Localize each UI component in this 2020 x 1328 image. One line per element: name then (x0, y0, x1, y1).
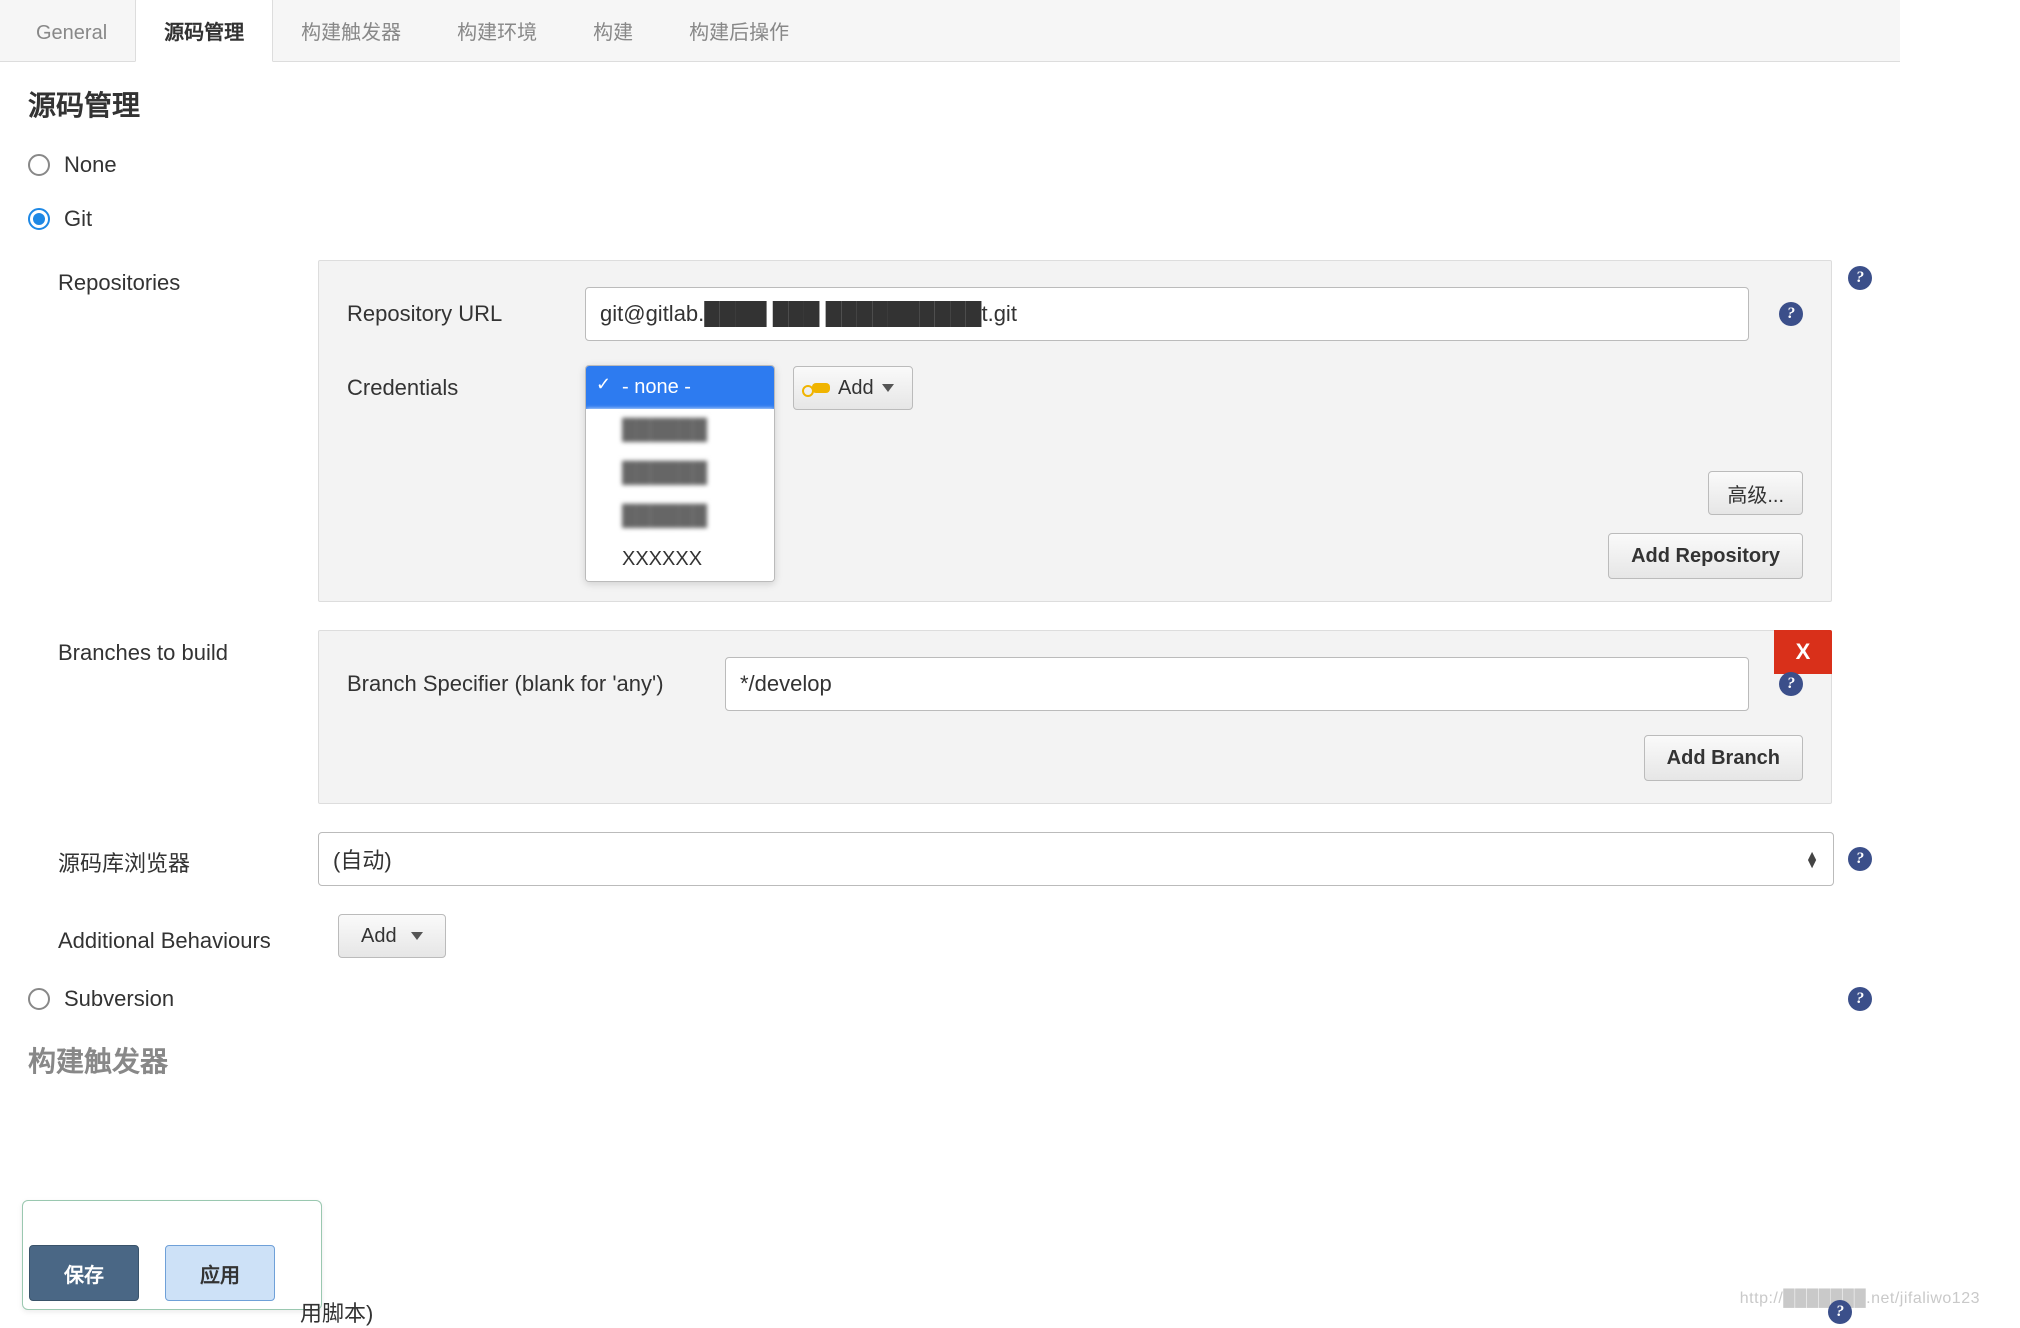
scm-option-subversion[interactable]: Subversion ? (28, 986, 1872, 1012)
help-icon[interactable]: ? (1848, 987, 1872, 1011)
advanced-button[interactable]: 高级... (1708, 471, 1803, 515)
credentials-opt-1[interactable]: ██████ (586, 409, 774, 452)
scm-subversion-label: Subversion (64, 986, 174, 1012)
credentials-dropdown[interactable]: - none - ██████ ██████ ██████ XXXXXX (585, 365, 775, 582)
credentials-opt-3[interactable]: ██████ (586, 495, 774, 538)
section-title-triggers: 构建触发器 (28, 1040, 1872, 1080)
tab-general[interactable]: General (8, 4, 135, 61)
scm-none-label: None (64, 152, 117, 178)
help-icon[interactable]: ? (1779, 302, 1803, 326)
behaviours-add-button[interactable]: Add (338, 914, 446, 958)
repo-browser-value: (自动) (333, 843, 392, 875)
behaviours-label: Additional Behaviours (58, 914, 338, 954)
behaviours-add-label: Add (361, 925, 397, 948)
help-icon[interactable]: ? (1828, 1300, 1852, 1324)
key-icon (812, 383, 830, 393)
repositories-label: Repositories (58, 260, 318, 296)
repositories-panel: Repository URL ? Credentials - none - ██… (318, 260, 1832, 602)
help-icon[interactable]: ? (1779, 672, 1803, 696)
radio-git-icon (28, 208, 50, 230)
credentials-opt-4[interactable]: XXXXXX (586, 538, 774, 581)
repo-url-input[interactable] (585, 287, 1749, 341)
branches-label: Branches to build (58, 630, 318, 666)
help-icon[interactable]: ? (1848, 847, 1872, 871)
branches-panel: X Branch Specifier (blank for 'any') ? A… (318, 630, 1832, 804)
branch-spec-label: Branch Specifier (blank for 'any') (347, 671, 707, 697)
help-icon[interactable]: ? (1848, 266, 1872, 290)
apply-button[interactable]: 应用 (165, 1245, 275, 1301)
repo-browser-label: 源码库浏览器 (58, 832, 318, 878)
credentials-opt-2[interactable]: ██████ (586, 452, 774, 495)
scm-git-label: Git (64, 206, 92, 232)
section-title-scm: 源码管理 (28, 84, 1872, 124)
config-tabs: General 源码管理 构建触发器 构建环境 构建 构建后操作 (0, 0, 1900, 62)
trailing-text: 用脚本) (300, 1296, 373, 1328)
radio-subversion-icon (28, 988, 50, 1010)
repo-browser-select[interactable]: (自动) ▲▼ (318, 832, 1834, 886)
scm-option-git[interactable]: Git (28, 206, 1872, 232)
add-branch-button[interactable]: Add Branch (1644, 735, 1803, 781)
chevron-down-icon (411, 932, 423, 940)
credentials-label: Credentials (347, 375, 567, 401)
tab-triggers[interactable]: 构建触发器 (273, 0, 429, 61)
branch-spec-input[interactable] (725, 657, 1749, 711)
repo-url-label: Repository URL (347, 301, 567, 327)
radio-none-icon (28, 154, 50, 176)
right-margin (1900, 0, 2020, 1314)
add-repository-button[interactable]: Add Repository (1608, 533, 1803, 579)
credentials-add-button[interactable]: Add (793, 366, 913, 410)
scm-option-none[interactable]: None (28, 152, 1872, 178)
select-arrows-icon: ▲▼ (1805, 851, 1819, 867)
tab-env[interactable]: 构建环境 (429, 0, 565, 61)
credentials-opt-none[interactable]: - none - (586, 366, 774, 409)
save-button[interactable]: 保存 (29, 1245, 139, 1301)
chevron-down-icon (882, 384, 894, 392)
tab-postbuild[interactable]: 构建后操作 (661, 0, 817, 61)
sticky-actions-panel: 保存 应用 (22, 1200, 322, 1310)
watermark-text: http://███████.net/jifaliwo123 (1740, 1290, 1980, 1308)
tab-scm[interactable]: 源码管理 (135, 0, 273, 62)
credentials-add-label: Add (838, 377, 874, 400)
tab-build[interactable]: 构建 (565, 0, 661, 61)
